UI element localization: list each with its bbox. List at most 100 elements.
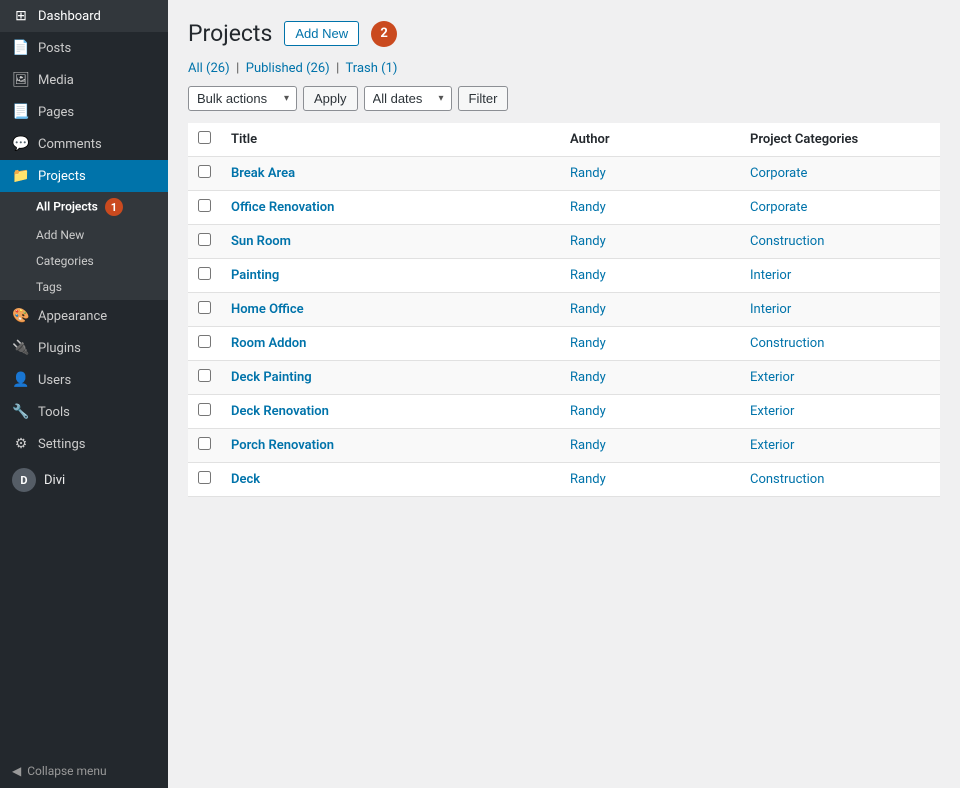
row-checkbox[interactable] (198, 165, 211, 178)
sidebar-item-categories[interactable]: Categories (0, 248, 168, 274)
author-link[interactable]: Randy (570, 268, 606, 283)
projects-table: Title Author Project Categories Break Ar… (188, 123, 940, 497)
category-link[interactable]: Corporate (750, 200, 807, 215)
all-dates-select[interactable]: All dates (364, 86, 452, 111)
appearance-icon: 🎨 (12, 308, 30, 324)
author-column-header[interactable]: Author (560, 123, 740, 157)
row-category-cell: Exterior (740, 395, 940, 429)
sidebar-item-comments[interactable]: 💬 Comments (0, 128, 168, 160)
sidebar-item-posts[interactable]: 📄 Posts (0, 32, 168, 64)
row-title-cell: Sun Room (221, 225, 560, 259)
bulk-actions-select[interactable]: Bulk actions (188, 86, 297, 111)
collapse-menu-button[interactable]: ◀ Collapse menu (0, 754, 168, 788)
row-checkbox[interactable] (198, 335, 211, 348)
author-link[interactable]: Randy (570, 302, 606, 317)
project-title-link[interactable]: Painting (231, 268, 279, 283)
project-title-link[interactable]: Office Renovation (231, 200, 334, 215)
sidebar-item-label: Users (38, 373, 71, 388)
row-author-cell: Randy (560, 259, 740, 293)
row-author-cell: Randy (560, 293, 740, 327)
row-checkbox[interactable] (198, 437, 211, 450)
row-checkbox[interactable] (198, 233, 211, 246)
author-link[interactable]: Randy (570, 234, 606, 249)
author-link[interactable]: Randy (570, 404, 606, 419)
project-title-link[interactable]: Room Addon (231, 336, 306, 351)
sidebar-item-tags[interactable]: Tags (0, 274, 168, 300)
sidebar-item-tools[interactable]: 🔧 Tools (0, 396, 168, 428)
author-link[interactable]: Randy (570, 166, 606, 181)
row-category-cell: Construction (740, 225, 940, 259)
author-link[interactable]: Randy (570, 438, 606, 453)
row-checkbox[interactable] (198, 199, 211, 212)
published-filter-link[interactable]: Published (26) (246, 61, 333, 76)
category-link[interactable]: Exterior (750, 404, 794, 419)
table-body: Break Area Randy Corporate Office Renova… (188, 157, 940, 497)
category-link[interactable]: Construction (750, 336, 824, 351)
sidebar-item-divi[interactable]: D Divi (0, 460, 168, 500)
category-link[interactable]: Exterior (750, 370, 794, 385)
row-checkbox[interactable] (198, 471, 211, 484)
category-link[interactable]: Exterior (750, 438, 794, 453)
sidebar-item-settings[interactable]: ⚙ Settings (0, 428, 168, 460)
project-title-link[interactable]: Home Office (231, 302, 304, 317)
table-header-row: Title Author Project Categories (188, 123, 940, 157)
row-author-cell: Randy (560, 327, 740, 361)
table-row: Office Renovation Randy Corporate (188, 191, 940, 225)
row-checkbox[interactable] (198, 403, 211, 416)
project-title-link[interactable]: Deck Painting (231, 370, 312, 385)
row-author-cell: Randy (560, 157, 740, 191)
category-link[interactable]: Construction (750, 472, 824, 487)
project-title-link[interactable]: Porch Renovation (231, 438, 334, 453)
project-title-link[interactable]: Break Area (231, 166, 295, 181)
author-link[interactable]: Randy (570, 200, 606, 215)
category-link[interactable]: Interior (750, 268, 791, 283)
category-link[interactable]: Corporate (750, 166, 807, 181)
row-checkbox[interactable] (198, 267, 211, 280)
sidebar-item-dashboard[interactable]: ⊞ Dashboard (0, 0, 168, 32)
author-link[interactable]: Randy (570, 336, 606, 351)
add-new-label: Add New (36, 228, 84, 242)
all-projects-badge: 1 (105, 198, 123, 216)
sidebar-item-add-new[interactable]: Add New (0, 222, 168, 248)
filter-button[interactable]: Filter (458, 86, 509, 111)
category-link[interactable]: Construction (750, 234, 824, 249)
bulk-actions-wrap: Bulk actions ▾ (188, 86, 297, 111)
row-checkbox-cell (188, 395, 221, 429)
add-new-button[interactable]: Add New (284, 21, 359, 46)
project-title-link[interactable]: Deck (231, 472, 260, 487)
table-row: Break Area Randy Corporate (188, 157, 940, 191)
title-column-header[interactable]: Title (221, 123, 560, 157)
sidebar-item-projects[interactable]: 📁 Projects (0, 160, 168, 192)
row-title-cell: Painting (221, 259, 560, 293)
row-checkbox-cell (188, 327, 221, 361)
sidebar-item-pages[interactable]: 📃 Pages (0, 96, 168, 128)
row-author-cell: Randy (560, 225, 740, 259)
row-author-cell: Randy (560, 361, 740, 395)
row-title-cell: Deck Renovation (221, 395, 560, 429)
trash-filter-link[interactable]: Trash (1) (346, 61, 398, 76)
category-column-header[interactable]: Project Categories (740, 123, 940, 157)
select-all-checkbox[interactable] (198, 131, 211, 144)
sidebar-item-all-projects[interactable]: All Projects 1 (0, 192, 168, 222)
project-title-link[interactable]: Sun Room (231, 234, 291, 249)
apply-button[interactable]: Apply (303, 86, 358, 111)
row-checkbox-cell (188, 463, 221, 497)
comments-icon: 💬 (12, 136, 30, 152)
row-checkbox[interactable] (198, 369, 211, 382)
sidebar-item-appearance[interactable]: 🎨 Appearance (0, 300, 168, 332)
sidebar-item-label: Plugins (38, 341, 81, 356)
sidebar-item-plugins[interactable]: 🔌 Plugins (0, 332, 168, 364)
pages-icon: 📃 (12, 104, 30, 120)
row-checkbox[interactable] (198, 301, 211, 314)
project-title-link[interactable]: Deck Renovation (231, 404, 329, 419)
sidebar-item-users[interactable]: 👤 Users (0, 364, 168, 396)
row-author-cell: Randy (560, 429, 740, 463)
author-link[interactable]: Randy (570, 472, 606, 487)
row-author-cell: Randy (560, 463, 740, 497)
sidebar-item-media[interactable]: 🖼 Media (0, 64, 168, 96)
posts-icon: 📄 (12, 40, 30, 56)
author-link[interactable]: Randy (570, 370, 606, 385)
all-filter-link[interactable]: All (26) (188, 61, 233, 76)
category-link[interactable]: Interior (750, 302, 791, 317)
table-row: Deck Renovation Randy Exterior (188, 395, 940, 429)
